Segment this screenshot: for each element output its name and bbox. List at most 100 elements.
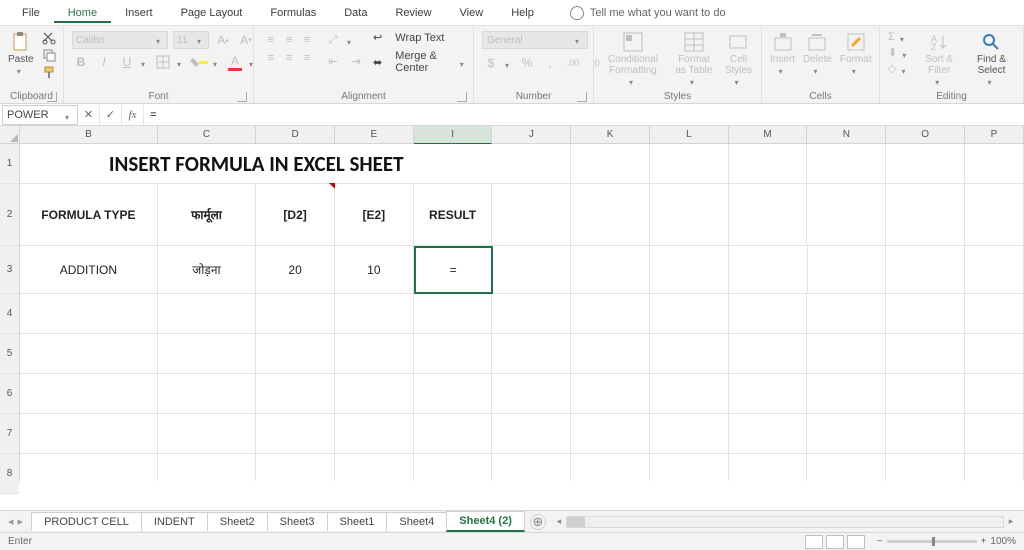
font-color-button[interactable]: A [226,53,244,71]
find-select-button[interactable]: Find & Select [968,31,1015,85]
tab-review[interactable]: Review [381,3,445,23]
sheet-tab[interactable]: Sheet2 [207,512,268,531]
font-name-combo[interactable]: Calibri [72,31,168,49]
cell[interactable] [158,374,256,414]
cell[interactable] [158,334,256,374]
format-cells-button[interactable]: Format [840,31,872,74]
cell[interactable] [729,414,808,454]
decrease-indent-button[interactable]: ⇤ [324,52,342,70]
increase-font-button[interactable]: A▴ [214,31,232,49]
cell[interactable] [256,454,335,481]
fx-button[interactable]: fx [122,105,144,125]
cell[interactable] [571,294,650,334]
col-header[interactable]: P [965,126,1024,144]
cell[interactable] [886,374,965,414]
cell[interactable] [807,374,886,414]
cell[interactable] [571,414,650,454]
cell[interactable] [729,246,808,294]
cell[interactable] [492,414,571,454]
cell[interactable] [20,334,158,374]
cell[interactable] [650,374,729,414]
cell-styles-button[interactable]: Cell Styles [724,31,753,85]
cell[interactable] [335,294,414,334]
tab-help[interactable]: Help [497,3,548,23]
col-header[interactable]: K [571,126,650,144]
cell[interactable] [492,184,571,246]
decrease-font-button[interactable]: A▾ [237,31,255,49]
bold-button[interactable]: B [72,53,90,71]
cell[interactable] [965,334,1024,374]
cell[interactable] [335,334,414,374]
italic-button[interactable]: I [95,53,113,71]
row-header[interactable]: 2 [0,184,19,246]
col-header[interactable]: D [256,126,335,144]
cell[interactable] [492,294,571,334]
sort-filter-button[interactable]: AZSort & Filter [918,31,960,85]
cell[interactable] [571,374,650,414]
row-header[interactable]: 7 [0,414,19,454]
tab-home[interactable]: Home [54,3,111,23]
cell[interactable] [414,414,493,454]
cell[interactable] [807,334,886,374]
cell[interactable] [20,374,158,414]
cell[interactable] [965,184,1024,246]
comma-button[interactable]: , [541,54,559,72]
cell[interactable] [965,294,1024,334]
zoom-slider[interactable] [887,540,977,543]
launcher-icon[interactable] [47,92,57,102]
cell[interactable] [886,184,965,246]
format-painter-button[interactable] [42,65,56,79]
accounting-button[interactable]: $ [482,54,500,72]
sheet-tab[interactable]: Sheet4 [386,512,447,531]
cell[interactable] [886,414,965,454]
cell[interactable] [158,294,256,334]
number-format-combo[interactable]: General [482,31,588,49]
col-header[interactable]: L [650,126,729,144]
cell[interactable] [492,334,571,374]
cell[interactable]: RESULT [414,184,493,246]
active-cell[interactable]: = [414,246,493,294]
sheet-tab[interactable]: Sheet4 (2) [446,511,525,532]
launcher-icon[interactable] [237,92,247,102]
col-header[interactable]: N [807,126,886,144]
col-header[interactable]: J [492,126,571,144]
tell-me[interactable]: Tell me what you want to do [570,6,726,20]
clear-button[interactable]: ◇ [888,62,910,75]
cell[interactable] [650,184,729,246]
delete-cells-button[interactable]: Delete [803,31,832,74]
cell[interactable] [571,184,650,246]
cell[interactable] [729,334,808,374]
col-header[interactable]: C [158,126,256,144]
cell[interactable] [729,144,808,184]
sheet-tab[interactable]: PRODUCT CELL [31,512,142,531]
cell[interactable] [886,144,965,184]
cell[interactable] [571,246,650,294]
cell[interactable]: ADDITION [20,246,158,294]
view-buttons[interactable] [805,535,865,549]
launcher-icon[interactable] [577,92,587,102]
fill-button[interactable]: ⬇ [888,46,910,59]
cell[interactable] [965,414,1024,454]
zoom-control[interactable]: −+100% [877,536,1016,547]
tab-page-layout[interactable]: Page Layout [167,3,257,23]
col-header[interactable]: M [729,126,808,144]
cell[interactable] [414,454,493,481]
cell[interactable] [20,294,158,334]
increase-indent-button[interactable]: ⇥ [347,52,365,70]
cell[interactable] [650,414,729,454]
cell[interactable] [158,454,256,481]
cell[interactable]: फार्मूला [158,184,256,246]
cell[interactable] [886,294,965,334]
cell[interactable] [886,334,965,374]
horizontal-scrollbar[interactable]: ◂▸ [552,515,1018,529]
col-header[interactable]: I [414,126,493,144]
cell[interactable] [414,374,493,414]
copy-button[interactable] [42,48,56,62]
cell[interactable] [571,334,650,374]
cell[interactable] [256,334,335,374]
row-header[interactable]: 4 [0,294,19,334]
cell[interactable] [335,454,414,481]
sheet-tab[interactable]: INDENT [141,512,208,531]
cell[interactable] [729,184,808,246]
cell[interactable] [650,144,729,184]
